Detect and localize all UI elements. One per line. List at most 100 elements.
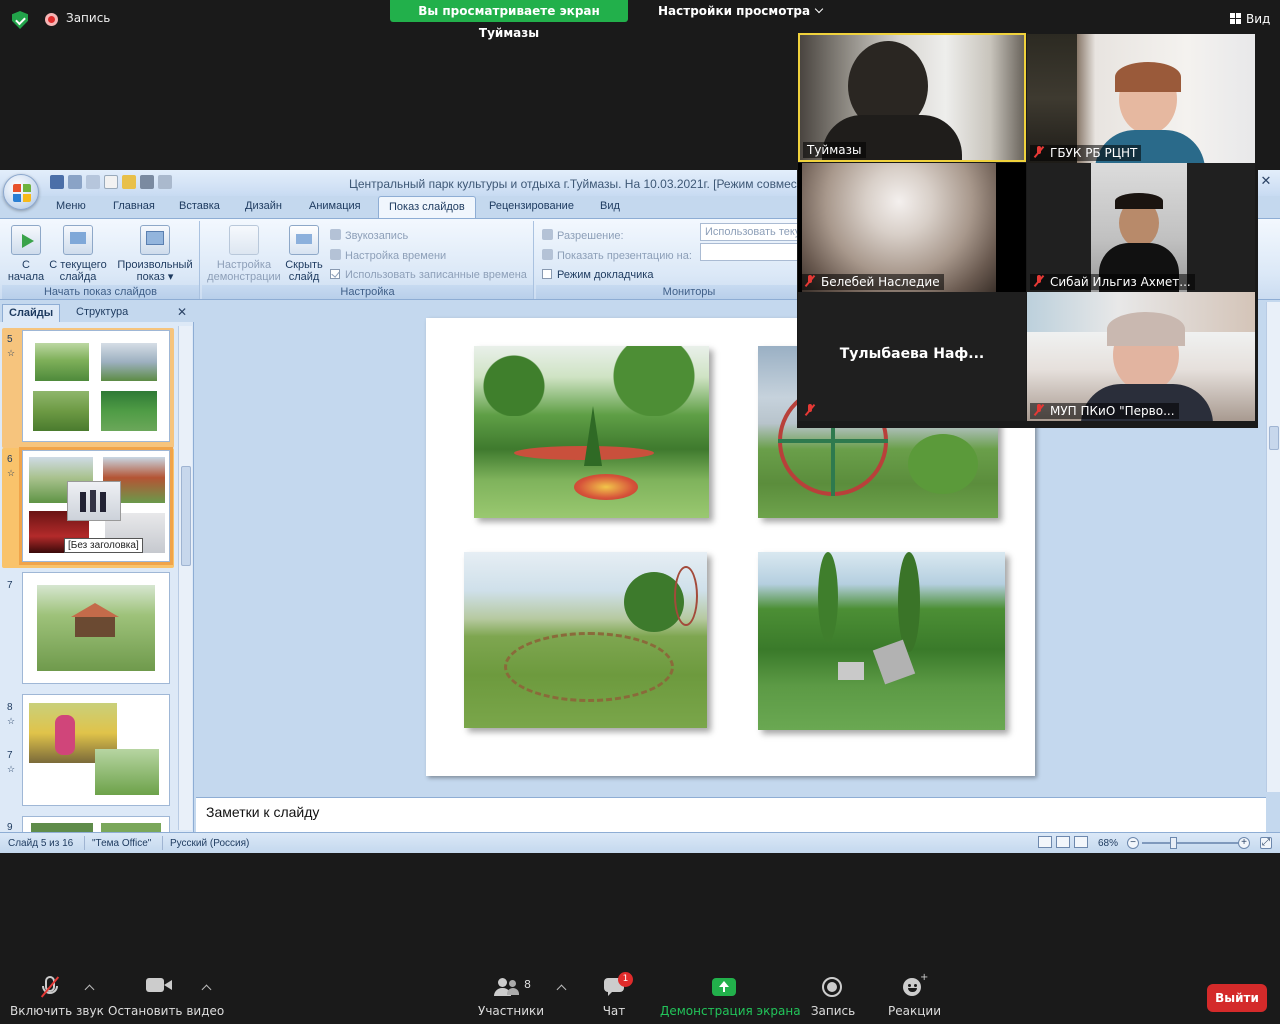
tab-view[interactable]: Вид (600, 200, 620, 212)
rehearse-timings-label: Настройка времени (345, 250, 447, 262)
custom-show-label-1: Произвольный (117, 259, 193, 271)
view-options-dropdown[interactable]: Настройки просмотра (658, 4, 824, 18)
close-icon[interactable]: ✕ (177, 305, 187, 319)
zoom-in-icon[interactable]: + (1238, 837, 1250, 849)
tab-animation[interactable]: Анимация (309, 200, 361, 212)
scroll-thumb[interactable] (181, 466, 191, 566)
leave-meeting-button[interactable]: Выйти (1207, 984, 1267, 1012)
participants-button[interactable]: 8 Участники (478, 976, 544, 1018)
record-narration-button[interactable]: Звукозапись (330, 229, 408, 242)
thumb-photo (101, 343, 157, 381)
chevron-down-icon (814, 4, 824, 14)
tab-insert[interactable]: Вставка (179, 200, 220, 212)
participant-tile-active[interactable]: Туймазы (798, 33, 1026, 162)
resolution-select[interactable]: Использовать текущ (700, 223, 800, 241)
new-file-icon[interactable] (104, 175, 118, 189)
stop-video-button[interactable]: Остановить видео (108, 976, 224, 1018)
transition-star-icon: ☆ (7, 348, 16, 358)
language-indicator: Русский (Россия) (170, 838, 250, 849)
tab-slides[interactable]: Слайды (2, 304, 61, 322)
tab-review[interactable]: Рецензирование (489, 200, 574, 212)
show-on-select[interactable] (700, 243, 800, 261)
zoom-out-icon[interactable]: − (1127, 837, 1139, 849)
setup-show-button[interactable]: Настройка демонстрации (204, 225, 284, 283)
start-from-beginning-button[interactable]: С начала (6, 225, 46, 283)
redo-icon[interactable] (86, 175, 100, 189)
rehearse-timings-button[interactable]: Настройка времени (330, 249, 446, 262)
slide-thumbnail[interactable] (22, 694, 170, 806)
participant-video-hair (1107, 312, 1185, 346)
print-icon[interactable] (140, 175, 154, 189)
slides-pane-scrollbar[interactable] (178, 326, 192, 830)
unmute-label: Включить звук (10, 1004, 104, 1018)
chat-button[interactable]: 1 Чат (594, 972, 634, 1018)
participant-mic-row (801, 403, 825, 419)
participant-tile[interactable]: МУП ПКиО "Перво... (1027, 292, 1255, 421)
video-camera-icon (108, 976, 212, 998)
thumb-number: 7 (7, 580, 13, 591)
tab-menu[interactable]: Меню (56, 200, 86, 212)
tab-design[interactable]: Дизайн (245, 200, 282, 212)
tab-home[interactable]: Главная (113, 200, 155, 212)
print-preview-icon[interactable] (158, 175, 172, 189)
office-button[interactable] (3, 174, 39, 210)
participants-options-chevron-icon[interactable] (556, 984, 567, 995)
participant-tile-video-off[interactable]: Тулыбаева Наф... (798, 292, 1026, 421)
timing-icon (330, 249, 341, 260)
custom-show-button[interactable]: Произвольный показ ▾ (114, 225, 196, 283)
slide-photo-flowerbeds[interactable] (474, 346, 709, 518)
setup-show-label-1: Настройка (216, 259, 272, 271)
zoom-slider-knob[interactable] (1170, 837, 1177, 849)
participant-tile[interactable]: Белебей Наследие (798, 163, 1026, 292)
slide-photo-rock-garden[interactable] (758, 552, 1005, 730)
office-logo-icon (13, 184, 31, 202)
reactions-button[interactable]: + Реакции (888, 972, 941, 1018)
presenter-view-checkbox[interactable]: Режим докладчика (542, 269, 653, 281)
slide-photo-meadow[interactable] (464, 552, 707, 728)
undo-icon[interactable] (68, 175, 82, 189)
theme-name: "Тема Office" (92, 838, 152, 849)
slide-notes[interactable]: Заметки к слайду (196, 797, 1266, 832)
tab-slideshow[interactable]: Показ слайдов (378, 196, 476, 218)
slide-thumbnail[interactable] (22, 572, 170, 684)
monitor-icon (542, 249, 553, 260)
stop-video-label: Остановить видео (108, 1004, 225, 1018)
hide-slide-icon (289, 225, 319, 255)
open-folder-icon[interactable] (122, 175, 136, 189)
slide-thumbnail[interactable] (22, 816, 170, 833)
close-icon[interactable]: ✕ (1258, 173, 1274, 189)
record-button[interactable]: Запись (810, 976, 856, 1018)
unmute-button[interactable]: Включить звук (10, 976, 104, 1018)
thumb-number: 8 (7, 702, 13, 713)
fit-window-icon[interactable]: ⤢ (1260, 837, 1272, 849)
participant-tile[interactable]: Сибай Ильгиз Ахмет... (1027, 163, 1255, 292)
reactions-label: Реакции (888, 1004, 941, 1018)
custom-show-label-2: показ ▾ (136, 271, 174, 283)
slideshow-start-icon (11, 225, 41, 255)
security-shield-icon[interactable] (12, 11, 28, 29)
participant-tile[interactable]: ГБУК РБ РЦНТ (1027, 34, 1255, 163)
participant-video-hair (1115, 193, 1163, 209)
slideshow-view-icon[interactable] (1074, 836, 1088, 848)
share-screen-button[interactable]: Демонстрация экрана (660, 976, 801, 1018)
viewing-screen-banner: Вы просматриваете экран Туймазы (390, 0, 628, 40)
tab-outline[interactable]: Структура (70, 304, 134, 322)
participant-name-row: ГБУК РБ РЦНТ (1030, 145, 1142, 161)
zoom-level[interactable]: 68% (1098, 838, 1118, 849)
ppt-window-title: Центральный парк культуры и отдыха г.Туй… (349, 177, 824, 191)
record-label: Запись (810, 1004, 856, 1018)
view-layout-button[interactable]: Вид (1230, 12, 1270, 26)
use-timings-checkbox[interactable]: Использовать записанные времена (330, 269, 527, 281)
hide-slide-button[interactable]: Скрыть слайд (284, 225, 324, 283)
slide-area-scrollbar[interactable] (1266, 302, 1280, 792)
zoom-slider[interactable] (1142, 842, 1238, 844)
participant-video (802, 163, 996, 292)
save-icon[interactable] (50, 175, 64, 189)
start-from-current-button[interactable]: С текущего слайда (48, 225, 108, 283)
scroll-thumb[interactable] (1269, 426, 1279, 450)
normal-view-icon[interactable] (1038, 836, 1052, 848)
sorter-view-icon[interactable] (1056, 836, 1070, 848)
record-indicator-label: Запись (66, 11, 111, 25)
record-narration-label: Звукозапись (345, 230, 409, 242)
slide-thumbnail[interactable] (22, 330, 170, 442)
